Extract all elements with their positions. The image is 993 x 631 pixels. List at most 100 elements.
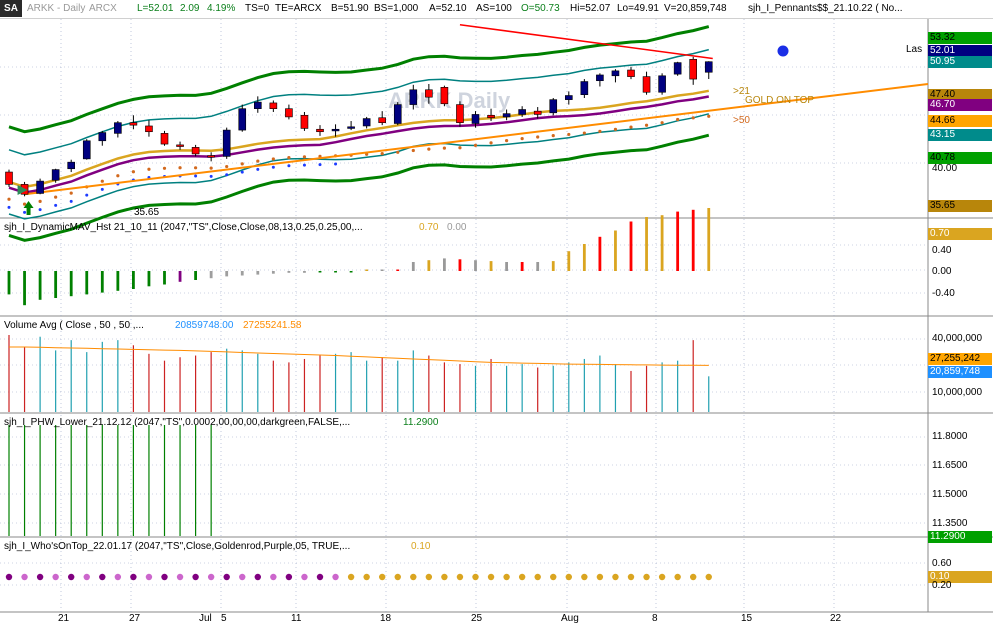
ma50-dot [256, 159, 260, 163]
candle-body [36, 180, 44, 194]
wot-dot [52, 573, 59, 581]
ma50-dot [7, 197, 11, 201]
dmav-bar [582, 244, 586, 271]
ma-blue-dot [318, 163, 322, 167]
dmav-value1: 0.70 [419, 222, 439, 233]
dmav-bar [178, 271, 182, 282]
dmav-bar [707, 208, 711, 271]
wot-dot [503, 573, 510, 581]
candle-body [502, 113, 511, 118]
ma50-dot [520, 137, 524, 141]
wot-dot [410, 573, 417, 581]
wot-dot [316, 573, 324, 581]
volume-title: Volume Avg ( Close , 50 , 50 ,... [4, 320, 144, 331]
wot-dot [207, 573, 215, 581]
ma50-dot [582, 131, 586, 135]
ma50-dot [473, 143, 478, 148]
phw-tick: 11.3500 [932, 518, 968, 529]
dmav-bar [194, 271, 197, 280]
ma-blue-dot [240, 170, 244, 174]
dmav-bar [7, 271, 11, 295]
candle-body [316, 128, 324, 133]
ma50-dot [225, 164, 229, 169]
wot-dot [534, 573, 541, 581]
dmav-bar [256, 271, 260, 275]
wot-dot [658, 573, 666, 581]
candle-body [98, 132, 107, 142]
wot-dot [472, 573, 479, 581]
dmav-bar [629, 221, 633, 271]
candle-body [82, 140, 91, 160]
wot-dot [550, 573, 557, 581]
dmav-bar [411, 262, 415, 271]
wot-dot [456, 573, 464, 581]
ma50-dot [613, 127, 618, 131]
candle-body [67, 161, 75, 170]
candle-body [238, 108, 247, 131]
ma50-dot [458, 146, 462, 150]
x-axis-label: 5 [221, 613, 227, 624]
last-label: Las [906, 44, 923, 55]
ma50-dot [598, 129, 602, 133]
candle-body [471, 114, 480, 124]
wot-dot [285, 573, 293, 581]
dmav-bar [691, 209, 695, 271]
dmav-bar [132, 271, 135, 289]
wot-dot [565, 573, 572, 581]
candle-body [549, 99, 558, 114]
dmav-bar [240, 271, 244, 276]
x-axis-label: 11 [291, 613, 302, 624]
ma50-dot [194, 166, 198, 170]
x-axis-label: 22 [830, 613, 842, 624]
axis-tag-orange: 44.66 [928, 115, 992, 127]
watermark: ARKK Daily [388, 88, 511, 113]
wot-dot [5, 573, 13, 581]
wot-dot [192, 573, 199, 581]
ma50-dot [660, 121, 664, 125]
ma50-dot [131, 170, 135, 174]
chart-window: SA ARKK - Daily ARCX L=52.01 2.09 4.19% … [0, 0, 993, 631]
dmav-bar [598, 236, 602, 271]
candle-body [114, 122, 122, 134]
candle-body [627, 69, 635, 77]
volume-tick: 40,000,000 [932, 333, 983, 344]
candle-body [160, 133, 169, 145]
dmav-bar [100, 271, 104, 293]
x-axis-label: 25 [471, 613, 483, 624]
gold-on-top-label: GOLD ON TOP [745, 95, 815, 106]
dmav-bar [147, 271, 151, 287]
ma50-dot [178, 166, 182, 170]
dmav-bar [458, 259, 462, 271]
x-axis-label: 18 [380, 613, 392, 624]
ma-blue-dot [38, 208, 42, 212]
wot-dot [379, 573, 386, 581]
dmav-bar [209, 271, 213, 279]
phw-tick: 11.5000 [932, 489, 968, 500]
chart-canvas[interactable]: ARKK Daily [0, 0, 993, 631]
candle-body [518, 109, 526, 115]
candle-body [254, 101, 262, 109]
dmav-tick: 0.40 [932, 245, 952, 256]
candle-body [704, 61, 713, 73]
ma50-dot [116, 174, 120, 178]
ma50-dot [287, 155, 291, 160]
dmav-bar [505, 262, 508, 271]
candle-body [222, 129, 231, 157]
ma-blue-dot [7, 205, 11, 209]
ma50-dot [644, 123, 649, 127]
price-tick: 40.00 [932, 163, 958, 174]
x-axis-label: 21 [58, 613, 70, 624]
candle-body [533, 110, 542, 115]
wot-dot [145, 573, 153, 581]
ma50-dot [38, 199, 42, 203]
dmav-bar [551, 261, 555, 271]
ma50-dot [505, 139, 509, 143]
dmav-value2: 0.00 [447, 222, 467, 233]
dmav-bar [489, 261, 493, 271]
dmav-bar [116, 271, 120, 291]
candle-body [409, 89, 418, 105]
wot-dot [301, 573, 308, 581]
axis-tag-keltner-lower: 43.15 [928, 129, 992, 141]
x-axis-label: 27 [129, 613, 141, 624]
dmav-bar [225, 271, 229, 277]
